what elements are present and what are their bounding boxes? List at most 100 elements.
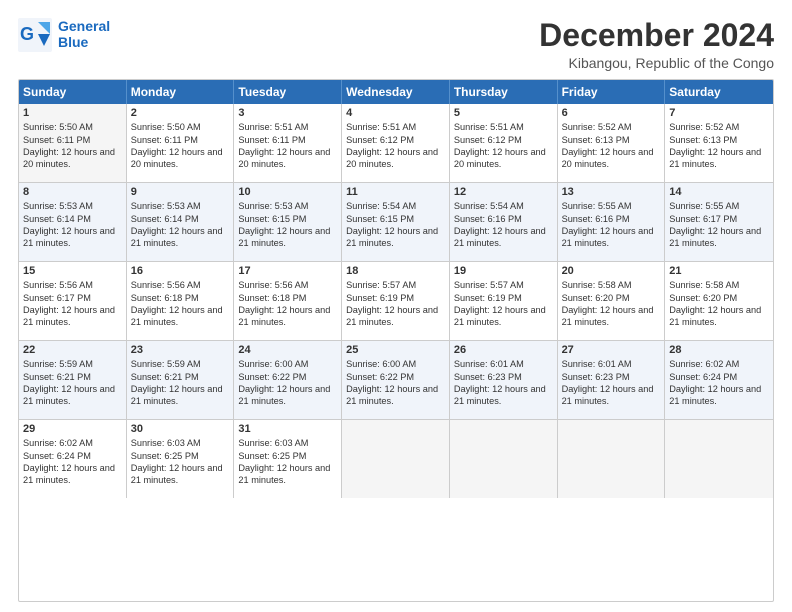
- sunset-text: Sunset: 6:17 PM: [669, 213, 769, 225]
- cell-w1-d1: 1 Sunrise: 5:50 AM Sunset: 6:11 PM Dayli…: [19, 104, 127, 182]
- day-number: 29: [23, 423, 122, 435]
- daylight-text: Daylight: 12 hours and 20 minutes.: [346, 146, 445, 171]
- sunset-text: Sunset: 6:19 PM: [454, 292, 553, 304]
- sunrise-text: Sunrise: 5:53 AM: [131, 200, 230, 212]
- daylight-text: Daylight: 12 hours and 21 minutes.: [23, 225, 122, 250]
- day-number: 17: [238, 265, 337, 277]
- sunset-text: Sunset: 6:16 PM: [454, 213, 553, 225]
- sunrise-text: Sunrise: 5:59 AM: [23, 358, 122, 370]
- cell-w3-d1: 15 Sunrise: 5:56 AM Sunset: 6:17 PM Dayl…: [19, 262, 127, 340]
- daylight-text: Daylight: 12 hours and 21 minutes.: [669, 146, 769, 171]
- daylight-text: Daylight: 12 hours and 21 minutes.: [346, 225, 445, 250]
- cell-w5-d1: 29 Sunrise: 6:02 AM Sunset: 6:24 PM Dayl…: [19, 420, 127, 498]
- daylight-text: Daylight: 12 hours and 21 minutes.: [562, 225, 661, 250]
- daylight-text: Daylight: 12 hours and 21 minutes.: [562, 304, 661, 329]
- sunset-text: Sunset: 6:13 PM: [669, 134, 769, 146]
- day-number: 14: [669, 186, 769, 198]
- week-4: 22 Sunrise: 5:59 AM Sunset: 6:21 PM Dayl…: [19, 341, 773, 420]
- daylight-text: Daylight: 12 hours and 21 minutes.: [669, 304, 769, 329]
- logo-text-block: GeneralBlue: [58, 19, 110, 52]
- daylight-text: Daylight: 12 hours and 21 minutes.: [454, 383, 553, 408]
- day-number: 11: [346, 186, 445, 198]
- daylight-text: Daylight: 12 hours and 20 minutes.: [23, 146, 122, 171]
- daylight-text: Daylight: 12 hours and 21 minutes.: [238, 225, 337, 250]
- cell-w5-d4: [342, 420, 450, 498]
- daylight-text: Daylight: 12 hours and 21 minutes.: [238, 304, 337, 329]
- page: G GeneralBlue December 2024 Kibangou, Re…: [0, 0, 792, 612]
- daylight-text: Daylight: 12 hours and 21 minutes.: [23, 462, 122, 487]
- sunrise-text: Sunrise: 5:52 AM: [669, 121, 769, 133]
- cell-w2-d7: 14 Sunrise: 5:55 AM Sunset: 6:17 PM Dayl…: [665, 183, 773, 261]
- daylight-text: Daylight: 12 hours and 20 minutes.: [562, 146, 661, 171]
- sunrise-text: Sunrise: 5:53 AM: [23, 200, 122, 212]
- daylight-text: Daylight: 12 hours and 21 minutes.: [131, 383, 230, 408]
- cell-w3-d2: 16 Sunrise: 5:56 AM Sunset: 6:18 PM Dayl…: [127, 262, 235, 340]
- day-number: 9: [131, 186, 230, 198]
- cell-w3-d5: 19 Sunrise: 5:57 AM Sunset: 6:19 PM Dayl…: [450, 262, 558, 340]
- header-wednesday: Wednesday: [342, 80, 450, 104]
- sunset-text: Sunset: 6:13 PM: [562, 134, 661, 146]
- sunrise-text: Sunrise: 5:53 AM: [238, 200, 337, 212]
- sunset-text: Sunset: 6:19 PM: [346, 292, 445, 304]
- sunset-text: Sunset: 6:18 PM: [131, 292, 230, 304]
- sunrise-text: Sunrise: 5:51 AM: [346, 121, 445, 133]
- calendar: Sunday Monday Tuesday Wednesday Thursday…: [18, 79, 774, 602]
- daylight-text: Daylight: 12 hours and 21 minutes.: [23, 304, 122, 329]
- cell-w2-d2: 9 Sunrise: 5:53 AM Sunset: 6:14 PM Dayli…: [127, 183, 235, 261]
- daylight-text: Daylight: 12 hours and 21 minutes.: [669, 383, 769, 408]
- cell-w5-d3: 31 Sunrise: 6:03 AM Sunset: 6:25 PM Dayl…: [234, 420, 342, 498]
- cell-w5-d2: 30 Sunrise: 6:03 AM Sunset: 6:25 PM Dayl…: [127, 420, 235, 498]
- sunset-text: Sunset: 6:18 PM: [238, 292, 337, 304]
- day-number: 7: [669, 107, 769, 119]
- day-number: 16: [131, 265, 230, 277]
- week-1: 1 Sunrise: 5:50 AM Sunset: 6:11 PM Dayli…: [19, 104, 773, 183]
- header-saturday: Saturday: [665, 80, 773, 104]
- sunrise-text: Sunrise: 5:57 AM: [454, 279, 553, 291]
- daylight-text: Daylight: 12 hours and 21 minutes.: [562, 383, 661, 408]
- header-tuesday: Tuesday: [234, 80, 342, 104]
- sunset-text: Sunset: 6:23 PM: [454, 371, 553, 383]
- week-2: 8 Sunrise: 5:53 AM Sunset: 6:14 PM Dayli…: [19, 183, 773, 262]
- sunset-text: Sunset: 6:16 PM: [562, 213, 661, 225]
- daylight-text: Daylight: 12 hours and 21 minutes.: [238, 383, 337, 408]
- sunset-text: Sunset: 6:11 PM: [23, 134, 122, 146]
- day-number: 22: [23, 344, 122, 356]
- sunrise-text: Sunrise: 6:02 AM: [23, 437, 122, 449]
- day-number: 24: [238, 344, 337, 356]
- day-number: 20: [562, 265, 661, 277]
- day-number: 28: [669, 344, 769, 356]
- subtitle: Kibangou, Republic of the Congo: [539, 55, 774, 71]
- sunrise-text: Sunrise: 6:01 AM: [454, 358, 553, 370]
- sunset-text: Sunset: 6:12 PM: [454, 134, 553, 146]
- cell-w1-d4: 4 Sunrise: 5:51 AM Sunset: 6:12 PM Dayli…: [342, 104, 450, 182]
- sunset-text: Sunset: 6:22 PM: [238, 371, 337, 383]
- day-number: 19: [454, 265, 553, 277]
- daylight-text: Daylight: 12 hours and 21 minutes.: [131, 304, 230, 329]
- sunrise-text: Sunrise: 5:50 AM: [23, 121, 122, 133]
- cell-w2-d3: 10 Sunrise: 5:53 AM Sunset: 6:15 PM Dayl…: [234, 183, 342, 261]
- sunrise-text: Sunrise: 5:51 AM: [238, 121, 337, 133]
- day-number: 30: [131, 423, 230, 435]
- daylight-text: Daylight: 12 hours and 20 minutes.: [454, 146, 553, 171]
- header-friday: Friday: [558, 80, 666, 104]
- cell-w2-d6: 13 Sunrise: 5:55 AM Sunset: 6:16 PM Dayl…: [558, 183, 666, 261]
- day-number: 18: [346, 265, 445, 277]
- day-number: 15: [23, 265, 122, 277]
- day-number: 1: [23, 107, 122, 119]
- sunset-text: Sunset: 6:21 PM: [131, 371, 230, 383]
- sunset-text: Sunset: 6:14 PM: [131, 213, 230, 225]
- sunrise-text: Sunrise: 5:55 AM: [669, 200, 769, 212]
- day-number: 25: [346, 344, 445, 356]
- cell-w4-d4: 25 Sunrise: 6:00 AM Sunset: 6:22 PM Dayl…: [342, 341, 450, 419]
- header-thursday: Thursday: [450, 80, 558, 104]
- daylight-text: Daylight: 12 hours and 21 minutes.: [23, 383, 122, 408]
- cell-w3-d3: 17 Sunrise: 5:56 AM Sunset: 6:18 PM Dayl…: [234, 262, 342, 340]
- day-number: 2: [131, 107, 230, 119]
- cell-w4-d2: 23 Sunrise: 5:59 AM Sunset: 6:21 PM Dayl…: [127, 341, 235, 419]
- sunrise-text: Sunrise: 5:52 AM: [562, 121, 661, 133]
- sunset-text: Sunset: 6:20 PM: [562, 292, 661, 304]
- daylight-text: Daylight: 12 hours and 21 minutes.: [669, 225, 769, 250]
- cell-w3-d4: 18 Sunrise: 5:57 AM Sunset: 6:19 PM Dayl…: [342, 262, 450, 340]
- daylight-text: Daylight: 12 hours and 21 minutes.: [454, 304, 553, 329]
- daylight-text: Daylight: 12 hours and 21 minutes.: [238, 462, 337, 487]
